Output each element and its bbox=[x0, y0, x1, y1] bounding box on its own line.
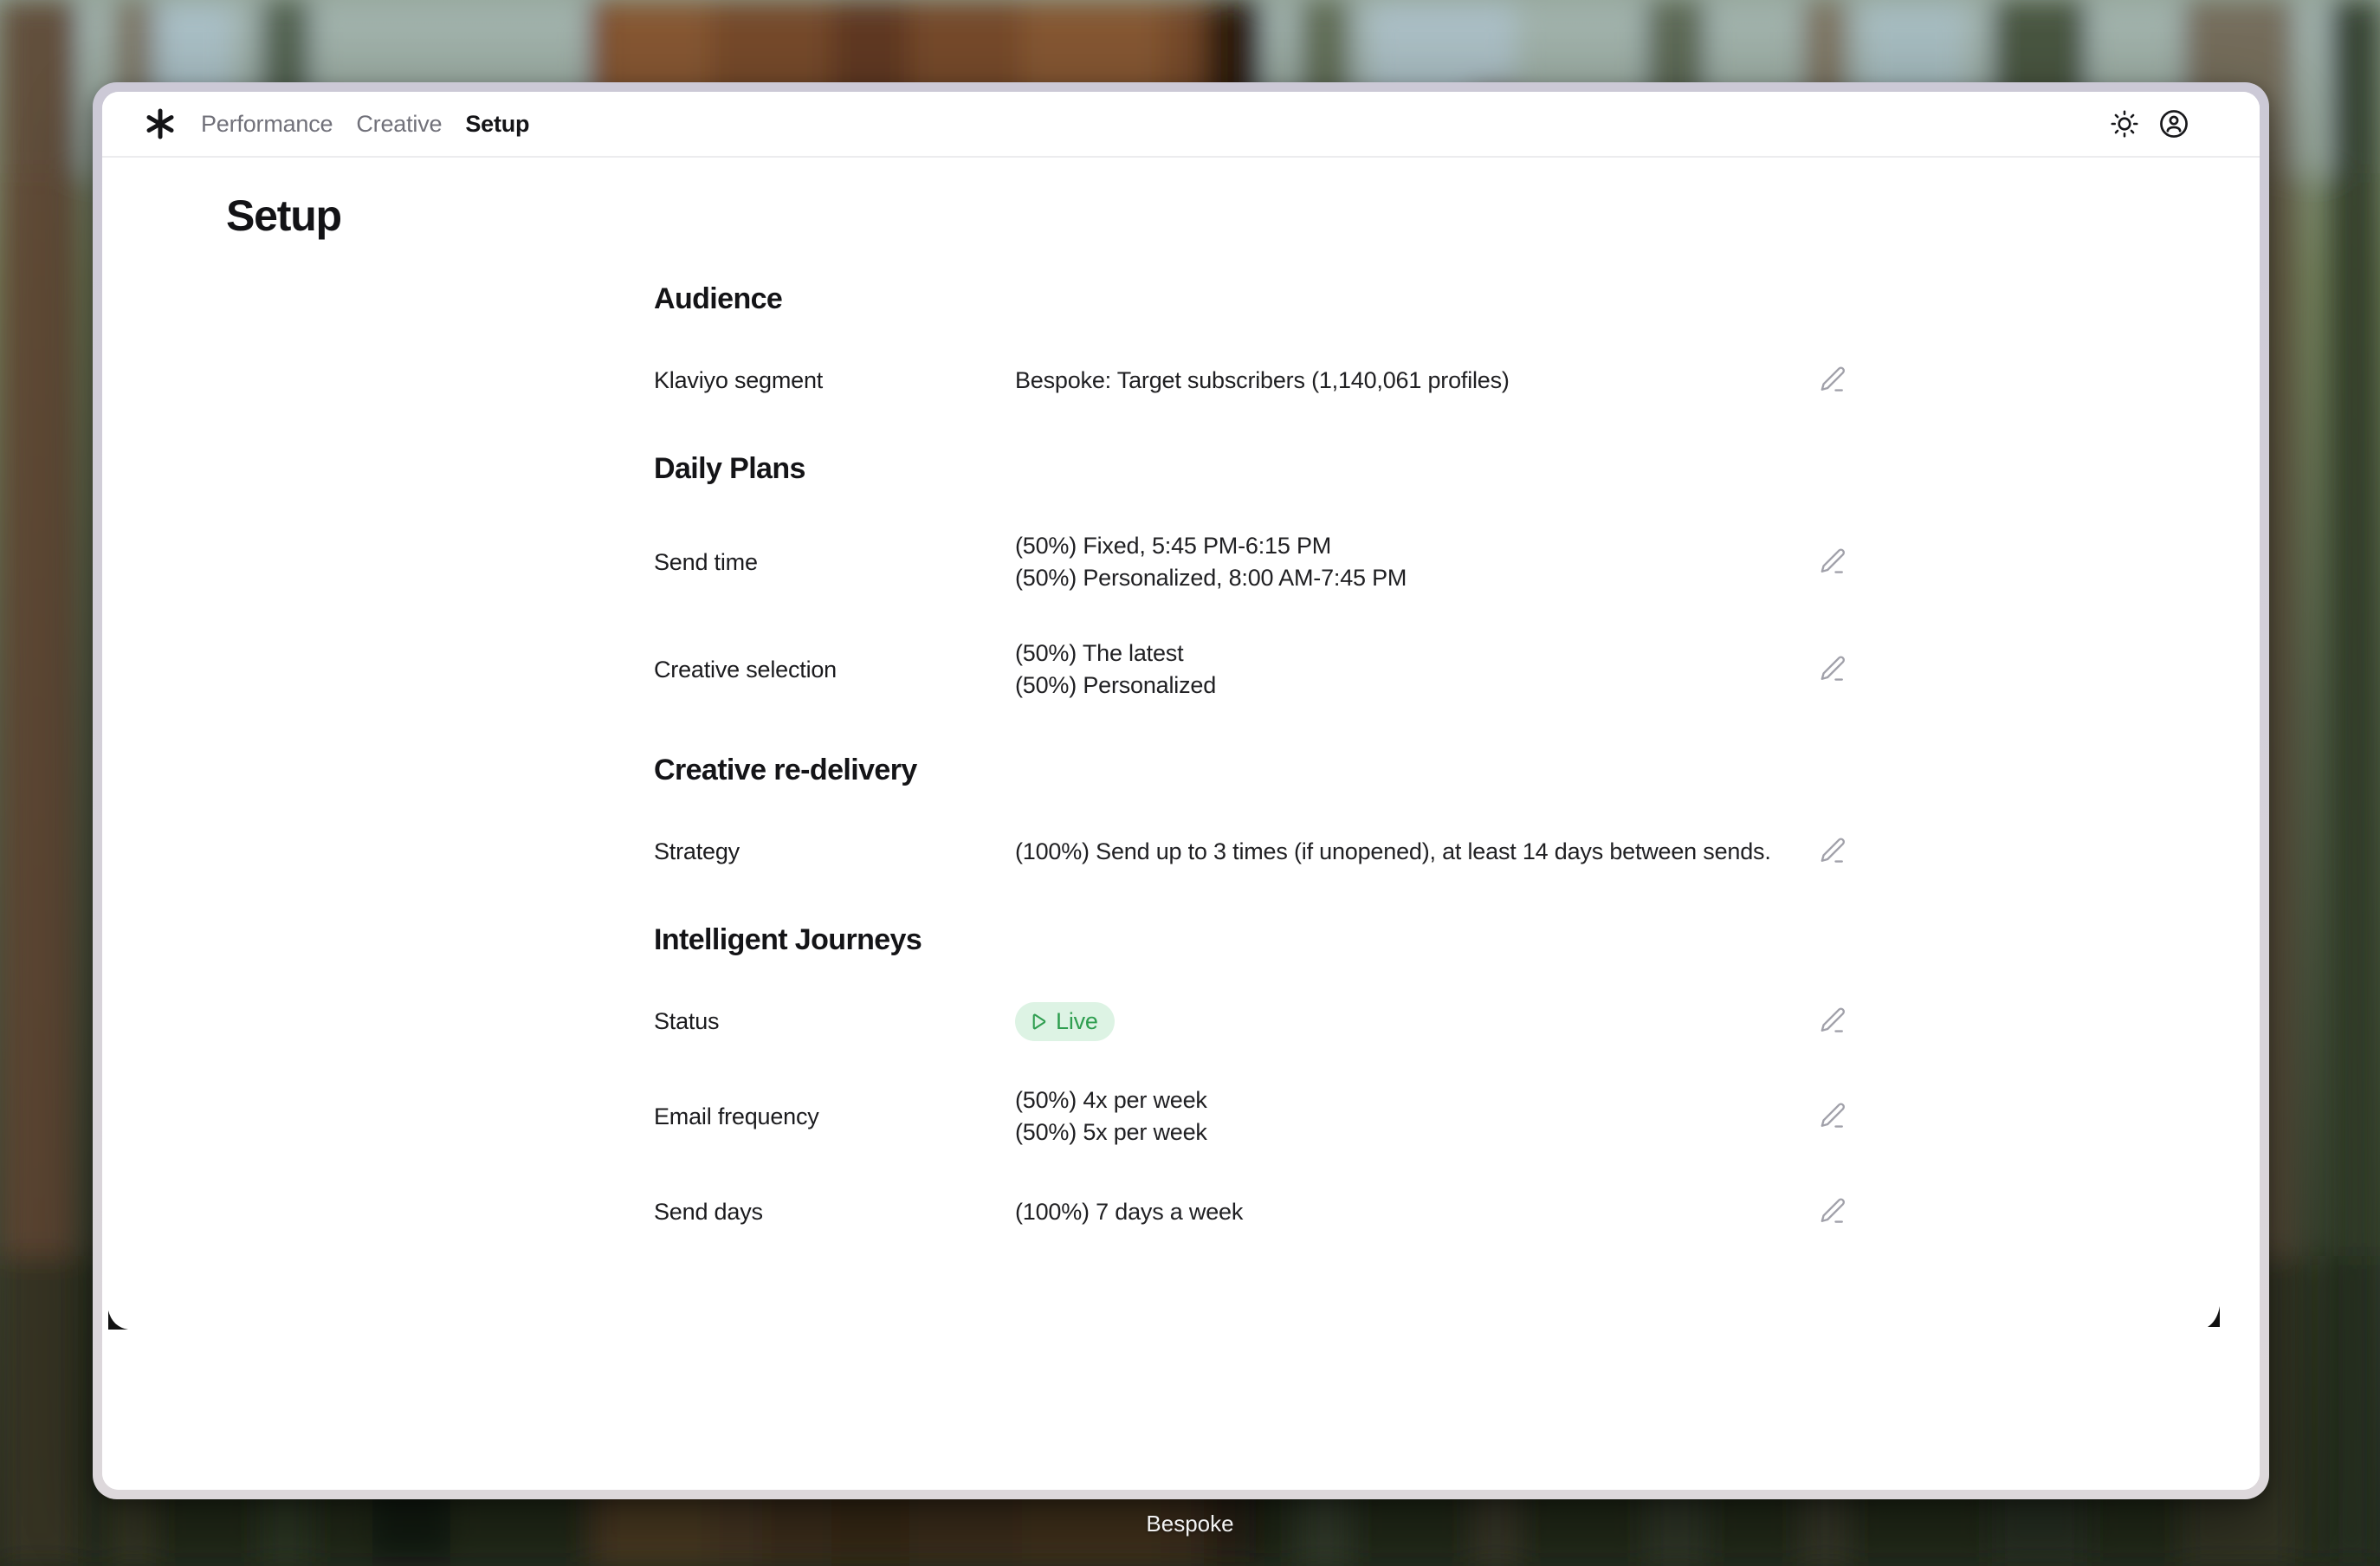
row-value-line: (100%) Send up to 3 times (if unopened),… bbox=[1015, 836, 1804, 868]
section-creative-re-delivery: Creative re-delivery Strategy(100%) Send … bbox=[654, 752, 1853, 871]
row-value: Bespoke: Target subscribers (1,140,061 p… bbox=[1015, 365, 1804, 397]
app-window: Performance Creative Setup bbox=[93, 82, 2269, 1499]
status-badge-label: Live bbox=[1056, 1006, 1098, 1038]
nav-tabs: Performance Creative Setup bbox=[201, 111, 529, 138]
setting-row-email-frequency: Email frequency(50%) 4x per week(50%) 5x… bbox=[654, 1084, 1853, 1149]
row-value: (100%) Send up to 3 times (if unopened),… bbox=[1015, 836, 1804, 868]
row-label: Email frequency bbox=[654, 1101, 1015, 1133]
nav-tab-creative[interactable]: Creative bbox=[356, 111, 442, 138]
row-value-line: (50%) The latest bbox=[1015, 637, 1804, 670]
section-heading: Audience bbox=[654, 281, 1853, 317]
app-window-content: Performance Creative Setup bbox=[102, 92, 2260, 1490]
edit-pencil-icon[interactable] bbox=[1813, 1097, 1853, 1136]
play-icon bbox=[1028, 1012, 1048, 1032]
section-daily-plans: Daily Plans Send time(50%) Fixed, 5:45 PM… bbox=[654, 450, 1853, 702]
edit-pencil-icon[interactable] bbox=[1813, 832, 1853, 871]
row-label: Status bbox=[654, 1006, 1015, 1038]
corner-artifact-right bbox=[2208, 1306, 2222, 1329]
setting-row-status: Status Live bbox=[654, 1001, 1853, 1041]
edit-pencil-icon[interactable] bbox=[1813, 650, 1853, 689]
nav-tab-setup[interactable]: Setup bbox=[465, 111, 529, 138]
edit-pencil-icon[interactable] bbox=[1813, 1001, 1853, 1041]
row-value-line: (50%) 5x per week bbox=[1015, 1116, 1804, 1149]
row-value-line: (50%) 4x per week bbox=[1015, 1084, 1804, 1116]
row-value: Live bbox=[1015, 1002, 1804, 1041]
section-heading: Daily Plans bbox=[654, 450, 1853, 487]
section-audience: Audience Klaviyo segmentBespoke: Target s… bbox=[654, 281, 1853, 400]
asterisk-icon[interactable] bbox=[142, 106, 178, 142]
row-label: Klaviyo segment bbox=[654, 365, 1015, 397]
navbar: Performance Creative Setup bbox=[102, 92, 2260, 158]
settings-sections: Audience Klaviyo segmentBespoke: Target s… bbox=[654, 281, 1853, 1232]
row-label: Send time bbox=[654, 547, 1015, 579]
setting-row-creative-selection: Creative selection(50%) The latest(50%) … bbox=[654, 637, 1853, 702]
row-value-line: (100%) 7 days a week bbox=[1015, 1196, 1804, 1228]
row-value: (50%) The latest(50%) Personalized bbox=[1015, 637, 1804, 702]
row-value-line: (50%) Fixed, 5:45 PM-6:15 PM bbox=[1015, 530, 1804, 562]
row-label: Strategy bbox=[654, 836, 1015, 868]
setting-row-klaviyo-segment: Klaviyo segmentBespoke: Target subscribe… bbox=[654, 360, 1853, 400]
section-heading: Intelligent Journeys bbox=[654, 922, 1853, 958]
row-value-line: (50%) Personalized, 8:00 AM-7:45 PM bbox=[1015, 562, 1804, 594]
row-value: (50%) Fixed, 5:45 PM-6:15 PM(50%) Person… bbox=[1015, 530, 1804, 594]
edit-pencil-icon[interactable] bbox=[1813, 1192, 1853, 1232]
row-label: Send days bbox=[654, 1196, 1015, 1228]
status-badge: Live bbox=[1015, 1002, 1115, 1041]
navbar-right bbox=[2109, 107, 2190, 140]
user-circle-icon[interactable] bbox=[2157, 107, 2190, 140]
section-intelligent-journeys: Intelligent Journeys Status Live Email fr… bbox=[654, 922, 1853, 1232]
row-value: (100%) 7 days a week bbox=[1015, 1196, 1804, 1228]
row-value-line: (50%) Personalized bbox=[1015, 670, 1804, 702]
main-content: Setup Audience Klaviyo segmentBespoke: Ta… bbox=[102, 158, 2260, 1490]
page-title: Setup bbox=[226, 189, 2260, 243]
edit-pencil-icon[interactable] bbox=[1813, 360, 1853, 400]
nav-tab-performance[interactable]: Performance bbox=[201, 111, 333, 138]
edit-pencil-icon[interactable] bbox=[1813, 542, 1853, 582]
corner-artifact-left bbox=[107, 1310, 130, 1331]
row-value-line: Bespoke: Target subscribers (1,140,061 p… bbox=[1015, 365, 1804, 397]
section-heading: Creative re-delivery bbox=[654, 752, 1853, 788]
setting-row-send-time: Send time(50%) Fixed, 5:45 PM-6:15 PM(50… bbox=[654, 530, 1853, 594]
setting-row-strategy: Strategy(100%) Send up to 3 times (if un… bbox=[654, 832, 1853, 871]
row-value: (50%) 4x per week(50%) 5x per week bbox=[1015, 1084, 1804, 1149]
row-label: Creative selection bbox=[654, 654, 1015, 686]
sun-icon[interactable] bbox=[2109, 108, 2140, 139]
window-caption: Bespoke bbox=[0, 1511, 2380, 1537]
setting-row-send-days: Send days(100%) 7 days a week bbox=[654, 1192, 1853, 1232]
